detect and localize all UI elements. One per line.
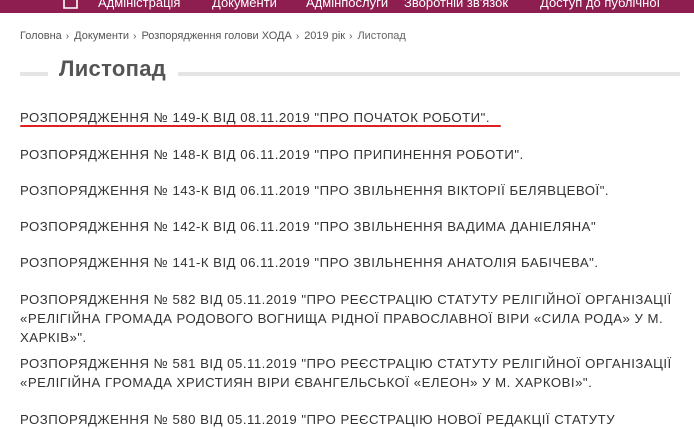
breadcrumb-separator: › bbox=[65, 31, 70, 42]
title-rule-right bbox=[178, 72, 680, 76]
breadcrumb-documents[interactable]: Документи bbox=[74, 30, 129, 42]
nav-item-documents[interactable]: Документи bbox=[212, 0, 277, 10]
breadcrumb-separator: › bbox=[295, 31, 300, 42]
breadcrumb-separator: › bbox=[133, 31, 137, 42]
breadcrumb-separator: › bbox=[349, 31, 353, 42]
nav-item-admin-services[interactable]: Адмінпослуги bbox=[306, 0, 388, 10]
page-title: Листопад bbox=[59, 56, 167, 81]
document-link[interactable]: РОЗПОРЯДЖЕННЯ № 143-К ВІД 06.11.2019 "ПР… bbox=[20, 181, 690, 200]
nav-item-administration[interactable]: Адміністрація bbox=[98, 0, 180, 10]
breadcrumb: Головна › Документи › Розпорядження голови Х… bbox=[20, 30, 406, 42]
document-link[interactable]: РОЗПОРЯДЖЕННЯ № 141-К ВІД 06.11.2019 "ПР… bbox=[20, 253, 690, 272]
document-link[interactable]: РОЗПОРЯДЖЕННЯ № 580 ВІД 05.11.2019 "ПРО … bbox=[20, 410, 690, 429]
breadcrumb-current: Листопад bbox=[357, 30, 406, 42]
top-navigation: Адміністрація Документи Адмінпослуги Зво… bbox=[0, 0, 694, 13]
document-link[interactable]: РОЗПОРЯДЖЕННЯ № 148-К ВІД 06.11.2019 "ПР… bbox=[20, 145, 690, 164]
breadcrumb-head-orders[interactable]: Розпорядження голови ХОДА bbox=[141, 30, 291, 42]
title-rule-left bbox=[20, 72, 48, 76]
nav-item-feedback[interactable]: Зворотній зв'язок bbox=[404, 0, 508, 10]
home-icon[interactable] bbox=[62, 0, 79, 9]
breadcrumb-home[interactable]: Головна bbox=[20, 30, 62, 42]
document-link[interactable]: РОЗПОРЯДЖЕННЯ № 582 ВІД 05.11.2019 "ПРО … bbox=[20, 290, 690, 347]
nav-item-public-access[interactable]: Доступ до публічної bbox=[540, 0, 660, 10]
document-link[interactable]: РОЗПОРЯДЖЕННЯ № 142-К ВІД 06.11.2019 "ПР… bbox=[20, 217, 690, 236]
document-link[interactable]: РОЗПОРЯДЖЕННЯ № 581 ВІД 05.11.2019 "ПРО … bbox=[20, 354, 690, 392]
breadcrumb-year[interactable]: 2019 рік bbox=[304, 30, 345, 42]
highlight-underline bbox=[20, 125, 501, 127]
